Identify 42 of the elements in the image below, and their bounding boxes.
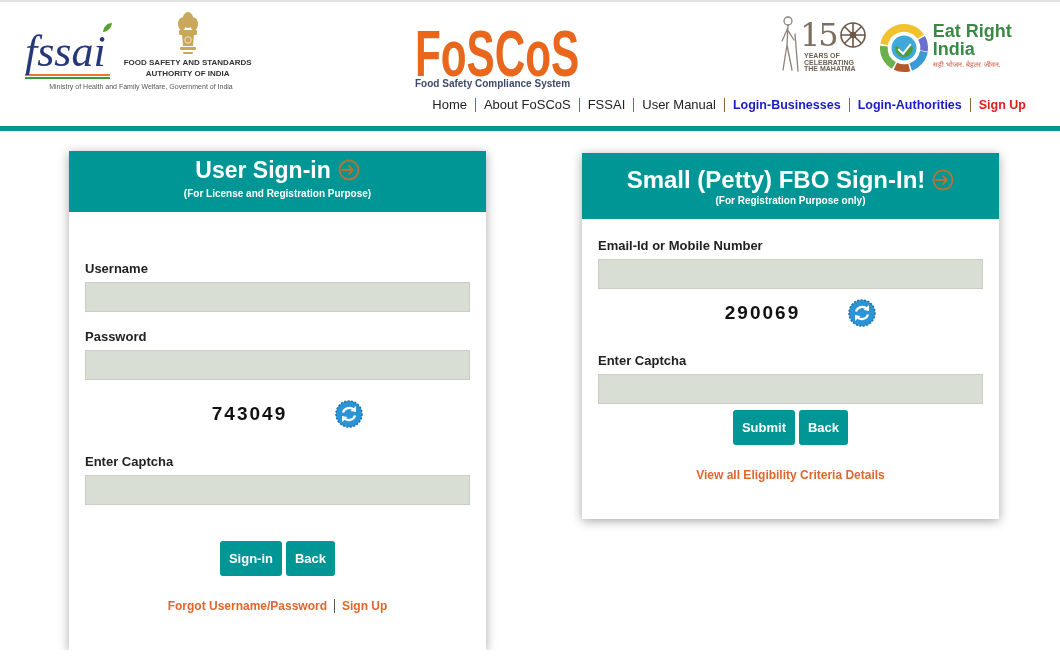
- leaf-icon: [101, 22, 113, 33]
- field-label: Email-Id or Mobile Number: [598, 237, 764, 255]
- emblem-icon: [176, 12, 199, 55]
- nav-link[interactable]: Home: [432, 96, 467, 114]
- spinning-wheel-icon: [838, 21, 867, 49]
- form-button[interactable]: Sign-in: [219, 541, 282, 576]
- field-label: Password: [85, 328, 148, 346]
- card-subtitle: (For License and Registration Purpose): [183, 187, 372, 201]
- form-button[interactable]: Back: [286, 541, 336, 576]
- field-label: Enter Captcha: [598, 352, 688, 370]
- form-button[interactable]: Back: [799, 410, 849, 445]
- refresh-icon[interactable]: [848, 299, 877, 327]
- input-field[interactable]: [85, 282, 470, 312]
- card-subtitle: (For Registration Purpose only): [715, 194, 866, 208]
- nav-link[interactable]: Sign Up: [978, 96, 1026, 114]
- nav-link[interactable]: User Manual: [642, 96, 716, 114]
- captcha-code: 743049: [211, 402, 288, 426]
- form-button[interactable]: Submit: [732, 410, 795, 445]
- nav-link[interactable]: Login-Businesses: [732, 96, 841, 114]
- anniversary-number: 15: [800, 19, 837, 51]
- arrow-circle-icon: [337, 159, 360, 181]
- text-link[interactable]: View all Eligibility Criteria Details: [696, 467, 885, 483]
- eat-right-title: Eat Right India: [932, 22, 1012, 58]
- captcha-code: 290069: [724, 301, 801, 325]
- refresh-icon[interactable]: [335, 400, 364, 428]
- card-title: User Sign-in: [195, 156, 331, 184]
- input-field[interactable]: [598, 374, 983, 404]
- arrow-circle-icon: [932, 169, 955, 191]
- field-label: Enter Captcha: [85, 453, 175, 471]
- input-field[interactable]: [85, 350, 470, 380]
- nav-link[interactable]: Login-Authorities: [857, 96, 962, 114]
- text-link[interactable]: Sign Up: [342, 598, 388, 614]
- authority-title: FOOD SAFETY AND STANDARDS AUTHORITY OF INDIA: [123, 57, 252, 79]
- nav-link[interactable]: About FoSCoS: [483, 96, 571, 114]
- input-field[interactable]: [598, 259, 983, 289]
- card-title: Small (Petty) FBO Sign-In!: [626, 165, 926, 195]
- field-label: Username: [85, 260, 149, 278]
- nav-link[interactable]: FSSAI: [587, 96, 626, 114]
- ring-logo-icon: [878, 22, 929, 74]
- fssai-wordmark: fssai: [25, 31, 110, 79]
- text-link[interactable]: Forgot Username/Password: [167, 598, 327, 614]
- input-field[interactable]: [85, 475, 470, 505]
